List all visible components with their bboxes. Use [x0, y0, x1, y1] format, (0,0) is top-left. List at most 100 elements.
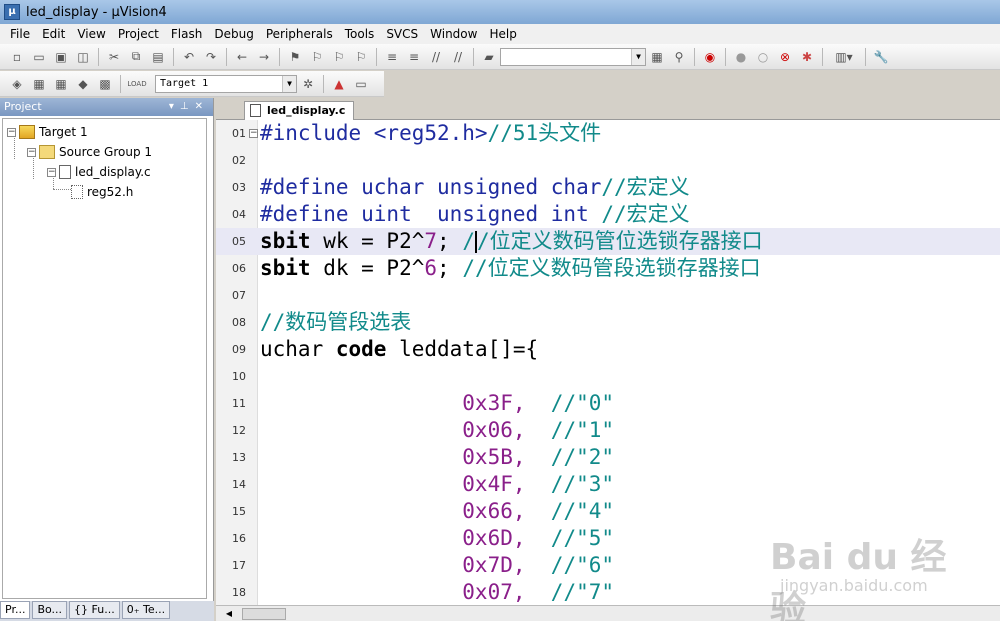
code-line[interactable]: 14 0x4F, //"3"	[216, 471, 1000, 498]
code-token: //位定义数码管段选锁存器接口	[462, 256, 761, 280]
target-select[interactable]: Target 1 ▼	[155, 74, 297, 93]
download-icon[interactable]: LOAD	[127, 75, 147, 93]
tree-item-target[interactable]: − Target 1	[7, 123, 88, 141]
manage-components-icon[interactable]: ▲	[330, 75, 348, 93]
unindent-icon[interactable]: ≡	[405, 48, 423, 66]
code-line[interactable]: 07	[216, 282, 1000, 309]
menu-help[interactable]: Help	[483, 24, 522, 44]
line-number: 18	[232, 586, 246, 599]
save-all-icon[interactable]: ◫	[74, 48, 92, 66]
code-line[interactable]: 13 0x5B, //"2"	[216, 444, 1000, 471]
fold-toggle-icon[interactable]: −	[249, 129, 258, 138]
editor-tab-led-display[interactable]: led_display.c	[244, 101, 355, 120]
menu-flash[interactable]: Flash	[165, 24, 208, 44]
wrench-icon[interactable]: 🔧	[872, 48, 890, 66]
menu-tools[interactable]: Tools	[339, 24, 381, 44]
tree-item-reg52[interactable]: reg52.h	[71, 183, 133, 201]
bookmark-next-icon[interactable]: ⚐	[330, 48, 348, 66]
menu-window[interactable]: Window	[424, 24, 483, 44]
tab-functions[interactable]: {} Fu...	[69, 601, 120, 619]
select-packs-icon[interactable]: ▭	[352, 75, 370, 93]
toolbar-separator	[279, 47, 280, 66]
open-folder-icon[interactable]: ▭	[30, 48, 48, 66]
incremental-find-icon[interactable]: ⚲	[670, 48, 688, 66]
code-line[interactable]: 01− #include <reg52.h>//51头文件	[216, 120, 1000, 147]
rebuild-icon[interactable]: ▦	[52, 75, 70, 93]
tab-books[interactable]: Bo...	[32, 601, 68, 619]
project-panel-title: Project	[4, 100, 42, 113]
save-icon[interactable]: ▣	[52, 48, 70, 66]
collapse-icon[interactable]: −	[47, 167, 56, 177]
find-icon[interactable]: ▦	[648, 48, 666, 66]
folder-icon	[39, 145, 55, 159]
code-token: 0x7D,	[260, 553, 551, 577]
find-combo[interactable]: ▼	[500, 47, 646, 66]
tree-item-led-display[interactable]: − led_display.c	[47, 163, 151, 181]
code-line[interactable]: 12 0x06, //"1"	[216, 417, 1000, 444]
toolbar-separator	[822, 47, 823, 66]
breakpoint-insert-icon[interactable]: ●	[732, 48, 750, 66]
breakpoint-disable-all-icon[interactable]: ⊗	[776, 48, 794, 66]
redo-icon[interactable]: ↷	[202, 48, 220, 66]
menu-edit[interactable]: Edit	[36, 24, 71, 44]
tab-templates[interactable]: 0₊ Te...	[121, 601, 171, 619]
menu-file[interactable]: File	[4, 24, 36, 44]
code-token: sbit	[260, 229, 311, 253]
chevron-down-icon[interactable]: ▼	[282, 75, 296, 92]
menu-view[interactable]: View	[71, 24, 111, 44]
translate-icon[interactable]: ◈	[8, 75, 26, 93]
code-line[interactable]: 06 sbit dk = P2^6; //位定义数码管段选锁存器接口	[216, 255, 1000, 282]
code-line[interactable]: 03 #define uchar unsigned char//宏定义	[216, 174, 1000, 201]
nav-back-icon[interactable]: ←	[233, 48, 251, 66]
debug-session-icon[interactable]: ◉	[701, 48, 719, 66]
tab-project[interactable]: Pr...	[0, 601, 31, 619]
undo-icon[interactable]: ↶	[180, 48, 198, 66]
c-file-icon	[250, 104, 261, 117]
comment-icon[interactable]: //	[427, 48, 445, 66]
scroll-thumb[interactable]	[242, 608, 286, 620]
find-in-files-icon[interactable]: ▰	[480, 48, 498, 66]
scroll-left-icon[interactable]: ◀	[222, 608, 236, 620]
copy-icon[interactable]: ⧉	[127, 48, 145, 66]
batch-build-icon[interactable]: ◆	[74, 75, 92, 93]
code-line[interactable]: 05 sbit wk = P2^7; //位定义数码管位选锁存器接口	[216, 228, 1000, 255]
breakpoint-enable-icon[interactable]: ○	[754, 48, 772, 66]
paste-icon[interactable]: ▤	[149, 48, 167, 66]
collapse-icon[interactable]: −	[27, 147, 36, 157]
build-icon[interactable]: ▦	[30, 75, 48, 93]
indent-icon[interactable]: ≡	[383, 48, 401, 66]
code-line[interactable]: 02	[216, 147, 1000, 174]
code-line[interactable]: 08 //数码管段选表	[216, 309, 1000, 336]
code-text: //数码管段选表	[260, 309, 411, 336]
baidu-watermark: Bai du 经验 jingyan.baidu.com	[760, 508, 960, 621]
code-token: //"1"	[550, 418, 615, 442]
code-token: leddata[]={	[386, 337, 539, 361]
cut-icon[interactable]: ✂	[105, 48, 123, 66]
chevron-down-icon[interactable]: ▼	[631, 48, 645, 65]
code-line[interactable]: 04 #define uint unsigned int //宏定义	[216, 201, 1000, 228]
window-layout-icon[interactable]: ▥▾	[829, 48, 859, 66]
menu-project[interactable]: Project	[112, 24, 165, 44]
collapse-icon[interactable]: −	[7, 127, 16, 137]
bookmark-icon[interactable]: ⚑	[286, 48, 304, 66]
code-line[interactable]: 09 uchar code leddata[]={	[216, 336, 1000, 363]
code-line[interactable]: 10	[216, 363, 1000, 390]
code-token: //宏定义	[601, 175, 690, 199]
menu-svcs[interactable]: SVCS	[380, 24, 424, 44]
code-token: 0x6D,	[260, 526, 551, 550]
code-line[interactable]: 11 0x3F, //"0"	[216, 390, 1000, 417]
menu-debug[interactable]: Debug	[208, 24, 259, 44]
menu-peripherals[interactable]: Peripherals	[260, 24, 339, 44]
panel-controls[interactable]: ▾⊥✕	[169, 98, 209, 116]
stop-build-icon[interactable]: ▩	[96, 75, 114, 93]
uncomment-icon[interactable]: //	[449, 48, 467, 66]
new-file-icon[interactable]: ▫	[8, 48, 26, 66]
nav-forward-icon[interactable]: →	[255, 48, 273, 66]
tree-item-source-group[interactable]: − Source Group 1	[27, 143, 152, 161]
target-options-icon[interactable]: ✲	[299, 75, 317, 93]
project-panel-header: Project ▾⊥✕	[0, 98, 213, 116]
bookmark-prev-icon[interactable]: ⚐	[308, 48, 326, 66]
code-text: 0x5B, //"2"	[260, 444, 614, 471]
bookmark-clear-icon[interactable]: ⚐	[352, 48, 370, 66]
breakpoint-kill-all-icon[interactable]: ✱	[798, 48, 816, 66]
